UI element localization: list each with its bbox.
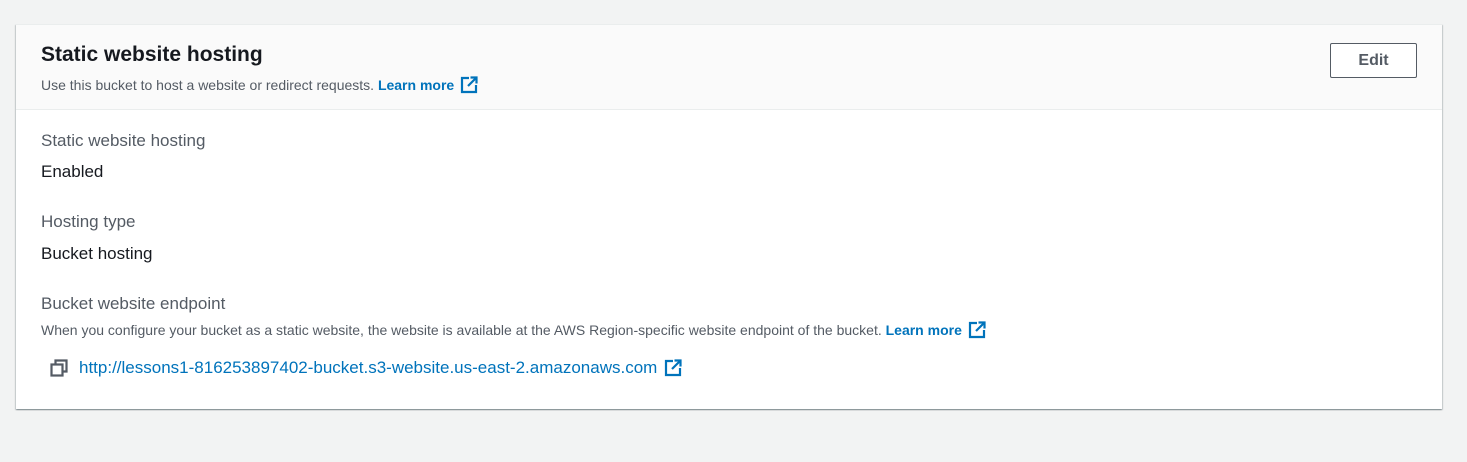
- external-link-icon: [665, 359, 682, 377]
- static-website-hosting-panel: Static website hosting Use this bucket t…: [16, 24, 1442, 409]
- panel-title: Static website hosting: [41, 43, 263, 66]
- endpoint-learn-more-link[interactable]: Learn more: [885, 321, 986, 339]
- endpoint-row: http://lessons1-816253897402-bucket.s3-w…: [50, 355, 682, 381]
- hosting-type-label: Hosting type: [41, 212, 136, 231]
- edit-button[interactable]: Edit: [1330, 43, 1417, 78]
- external-link-icon: [461, 76, 478, 94]
- panel-header: Static website hosting Use this bucket t…: [16, 25, 1442, 110]
- panel-description-text: Use this bucket to host a website or red…: [41, 77, 375, 93]
- endpoint-url-link[interactable]: http://lessons1-816253897402-bucket.s3-w…: [79, 358, 682, 378]
- external-link-icon: [968, 321, 986, 339]
- hosting-label: Static website hosting: [41, 131, 206, 150]
- learn-more-link[interactable]: Learn more: [377, 76, 478, 94]
- endpoint-label: Bucket website endpoint: [41, 294, 226, 313]
- hosting-type-value: Bucket hosting: [41, 244, 153, 263]
- copy-icon[interactable]: [50, 359, 68, 377]
- hosting-value: Enabled: [41, 162, 104, 181]
- panel-description: Use this bucket to host a website or red…: [41, 75, 478, 95]
- endpoint-learn-more-label: Learn more: [885, 322, 962, 338]
- learn-more-label: Learn more: [377, 77, 455, 93]
- endpoint-description-text: When you configure your bucket as a stat…: [41, 322, 882, 338]
- endpoint-url: http://lessons1-816253897402-bucket.s3-w…: [79, 358, 658, 377]
- endpoint-description: When you configure your bucket as a stat…: [41, 320, 986, 340]
